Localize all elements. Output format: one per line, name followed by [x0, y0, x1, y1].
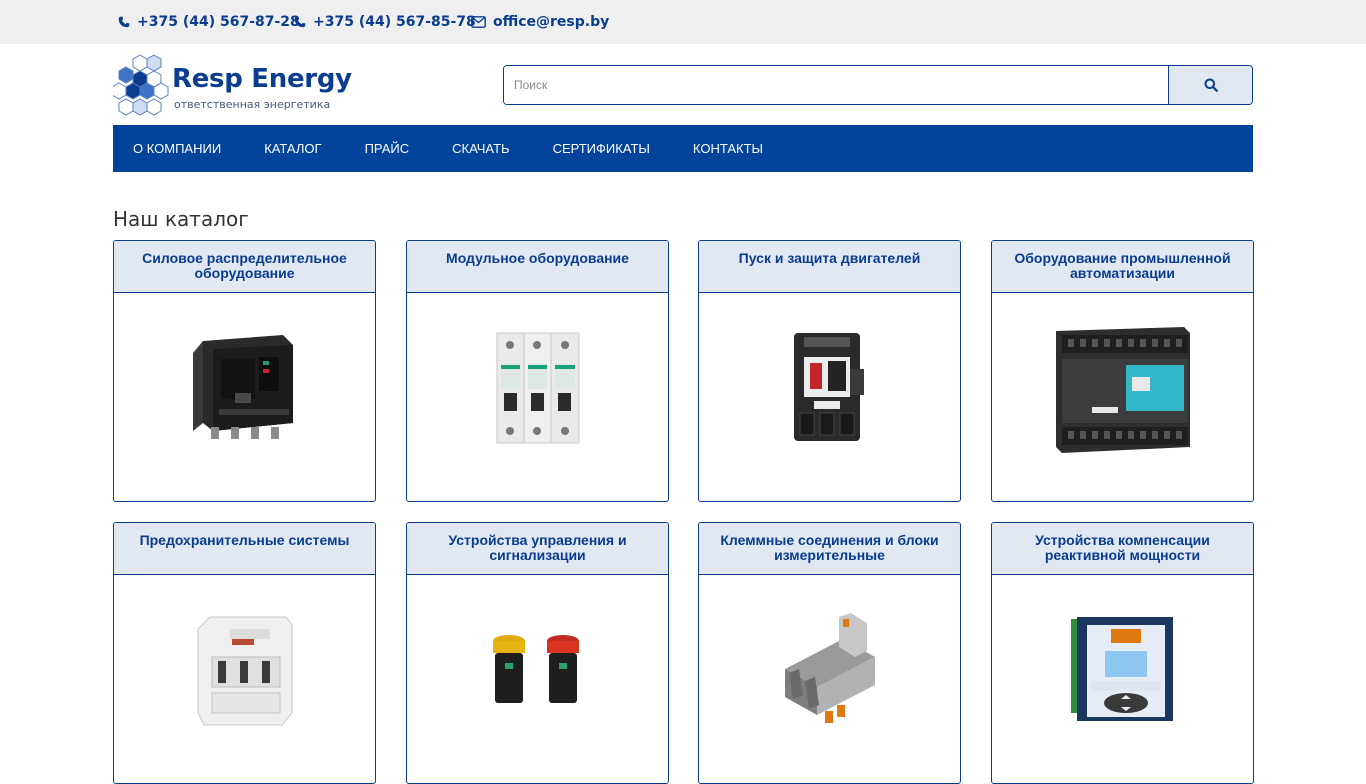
nav-item-about[interactable]: О КОМПАНИИ: [133, 141, 221, 156]
motor-protection-switch-image: [794, 333, 864, 441]
card-image: [699, 575, 960, 783]
logo-brand-name: Resp Energy: [172, 64, 352, 94]
card-title: Оборудование промышленной автоматизации: [992, 241, 1253, 293]
catalog-card-reactive-power[interactable]: Устройства компенсации реактивной мощнос…: [991, 522, 1254, 784]
card-image: [407, 575, 668, 783]
nav-item-certificates[interactable]: СЕРТИФИКАТЫ: [553, 141, 650, 156]
air-circuit-breaker-image: [193, 335, 293, 439]
catalog-card-industrial-automation[interactable]: Оборудование промышленной автоматизации: [991, 240, 1254, 502]
card-title: Пуск и защита двигателей: [699, 241, 960, 293]
card-image: [407, 293, 668, 501]
modular-breaker-image: [496, 332, 580, 444]
card-image: [114, 575, 375, 783]
email-contact[interactable]: office@resp.by: [471, 12, 609, 32]
top-bar: +375 (44) 567-87-28 +375 (44) 567-85-78 …: [0, 0, 1366, 44]
catalog-card-motor-protection[interactable]: Пуск и защита двигателей: [698, 240, 961, 502]
indicator-lamps-image: [493, 635, 579, 703]
main-nav: О КОМПАНИИ КАТАЛОГ ПРАЙС СКАЧАТЬ СЕРТИФИ…: [113, 125, 1253, 172]
power-factor-controller-image: [1071, 617, 1173, 721]
card-title: Предохранительные системы: [114, 523, 375, 575]
catalog-card-control-signaling[interactable]: Устройства управления и сигнализации: [406, 522, 669, 784]
nav-item-contacts[interactable]: КОНТАКТЫ: [693, 141, 763, 156]
phone-icon: [294, 16, 306, 28]
card-title: Модульное оборудование: [407, 241, 668, 293]
search-icon: [1204, 78, 1218, 92]
card-title: Устройства компенсации реактивной мощнос…: [992, 523, 1253, 575]
catalog-heading: Наш каталог: [113, 207, 249, 231]
phone-contact-2[interactable]: +375 (44) 567-85-78: [294, 12, 476, 32]
email-address: office@resp.by: [493, 14, 610, 30]
nav-item-download[interactable]: СКАЧАТЬ: [452, 141, 509, 156]
card-image: [114, 293, 375, 501]
card-title: Устройства управления и сигнализации: [407, 523, 668, 575]
card-title: Клеммные соединения и блоки измерительны…: [699, 523, 960, 575]
envelope-icon: [471, 16, 486, 28]
logo-tagline: ответственная энергетика: [174, 98, 331, 111]
site-logo[interactable]: Resp Energy ответственная энергетика: [113, 54, 373, 116]
catalog-card-fuse-systems[interactable]: Предохранительные системы: [113, 522, 376, 784]
catalog-card-modular-equipment[interactable]: Модульное оборудование: [406, 240, 669, 502]
catalog-card-terminal-blocks[interactable]: Клеммные соединения и блоки измерительны…: [698, 522, 961, 784]
phone-icon: [118, 16, 130, 28]
card-title: Силовое распределительное оборудование: [114, 241, 375, 293]
catalog-card-power-distribution[interactable]: Силовое распределительное оборудование: [113, 240, 376, 502]
search-button[interactable]: [1168, 66, 1252, 104]
card-image: [699, 293, 960, 501]
fuse-switch-image: [197, 616, 293, 726]
phone-number-2: +375 (44) 567-85-78: [313, 14, 476, 30]
search-input[interactable]: [504, 66, 1168, 104]
nav-item-catalog[interactable]: КАТАЛОГ: [264, 141, 321, 156]
card-image: [992, 575, 1253, 783]
phone-contact-1[interactable]: +375 (44) 567-87-28: [118, 12, 300, 32]
terminal-block-image: [785, 613, 875, 723]
nav-item-price[interactable]: ПРАЙС: [365, 141, 410, 156]
card-image: [992, 293, 1253, 501]
hexagon-logo-icon: [113, 54, 169, 116]
phone-number-1: +375 (44) 567-87-28: [137, 14, 300, 30]
search-bar: [503, 65, 1253, 105]
plc-controller-image: [1056, 327, 1190, 453]
